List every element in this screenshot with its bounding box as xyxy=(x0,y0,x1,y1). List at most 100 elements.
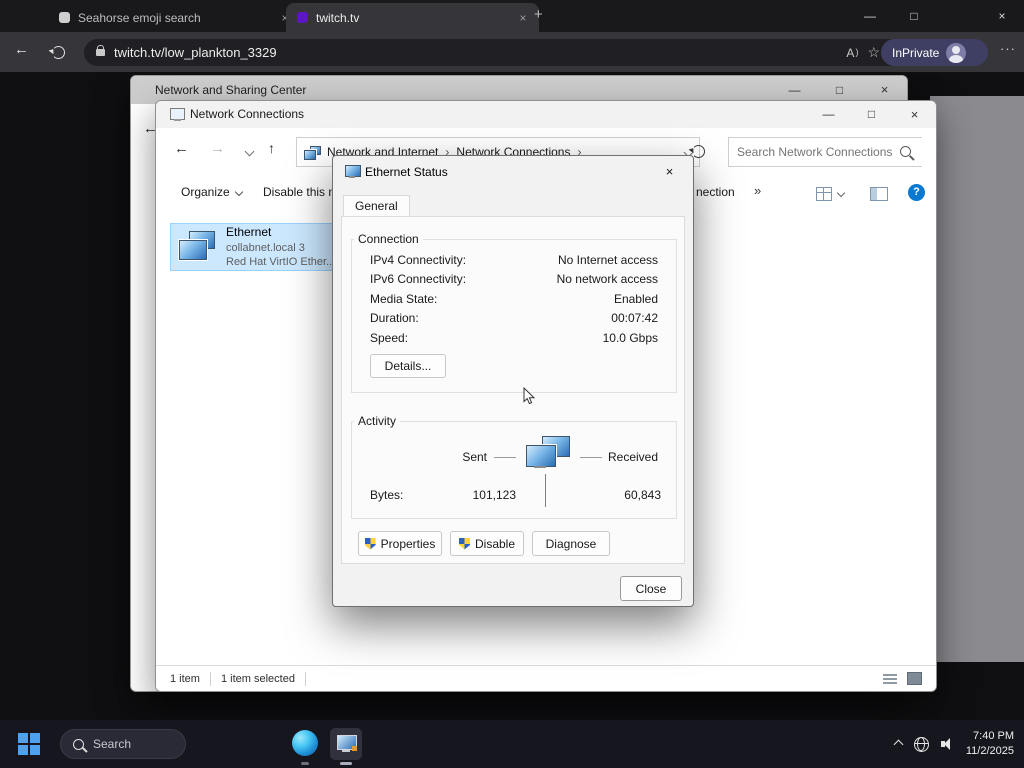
general-tab-page: Connection IPv4 Connectivity: No Interne… xyxy=(341,216,685,564)
view-chevron-icon[interactable] xyxy=(836,188,846,198)
command-tail-fragment[interactable]: nection xyxy=(696,185,735,199)
tab-twitch[interactable]: twitch.tv × xyxy=(286,3,539,32)
tab-seahorse-emoji-search[interactable]: Seahorse emoji search × xyxy=(48,3,301,32)
favorites-star-icon[interactable]: ☆ xyxy=(867,44,880,61)
nc-back-icon[interactable]: ← xyxy=(174,140,189,157)
row-label: IPv6 Connectivity: xyxy=(370,272,467,286)
window-close-button[interactable]: × xyxy=(980,0,1024,32)
nc-forward-icon[interactable]: → xyxy=(210,140,225,157)
window-restore-button[interactable]: □ xyxy=(892,0,936,32)
browser-refresh-icon[interactable] xyxy=(52,46,65,59)
inprivate-badge[interactable]: InPrivate xyxy=(881,39,988,66)
address-bar[interactable]: twitch.tv/low_plankton_3329 A ☆ xyxy=(84,39,914,66)
status-selected-count: 1 item selected xyxy=(220,672,295,685)
clock-time: 7:40 PM xyxy=(973,730,1014,743)
status-divider xyxy=(304,671,306,686)
row-value: 00:07:42 xyxy=(611,311,658,325)
network-connections-icon xyxy=(304,145,321,160)
taskbar-search[interactable]: Search xyxy=(60,729,186,759)
tab-favicon xyxy=(59,12,70,23)
nc-minimize-button[interactable]: — xyxy=(807,101,850,128)
tab-general[interactable]: General xyxy=(343,195,410,216)
url-text[interactable]: twitch.tv/low_plankton_3329 xyxy=(114,45,837,60)
tab-close-icon[interactable]: × xyxy=(515,11,531,25)
screen: Seahorse emoji search × twitch.tv × + — … xyxy=(0,0,1024,768)
row-label: Duration: xyxy=(370,311,419,325)
close-button[interactable]: Close xyxy=(620,576,682,601)
nc-titlebar[interactable]: Network Connections — □ × xyxy=(156,101,936,128)
taskbar-clock[interactable]: 7:40 PM 11/2/2025 xyxy=(966,729,1014,759)
status-row: Media State: Enabled xyxy=(370,292,658,306)
received-line xyxy=(580,457,602,458)
sent-line xyxy=(494,457,516,458)
nc-window-title: Network Connections xyxy=(190,107,305,121)
status-row: IPv4 Connectivity: No Internet access xyxy=(370,253,658,267)
row-value: No Internet access xyxy=(557,253,658,267)
bytes-divider xyxy=(545,474,546,507)
dialog-titlebar[interactable]: Ethernet Status × xyxy=(333,156,693,188)
row-value: 10.0 Gbps xyxy=(602,331,658,345)
properties-button[interactable]: Properties xyxy=(358,531,442,556)
new-tab-button[interactable]: + xyxy=(534,6,543,23)
details-view-icon[interactable] xyxy=(883,673,897,685)
connection-group-label: Connection xyxy=(354,232,423,246)
dialog-close-icon[interactable]: × xyxy=(647,157,692,187)
computers-icon xyxy=(524,436,572,474)
nc-status-bar: 1 item 1 item selected xyxy=(156,665,936,691)
bytes-label: Bytes: xyxy=(370,488,404,502)
nc-close-button[interactable]: × xyxy=(893,101,936,128)
ethernet-status-dialog: Ethernet Status × General Connection IPv… xyxy=(332,155,694,607)
details-button[interactable]: Details... xyxy=(370,354,446,378)
start-button[interactable] xyxy=(18,733,40,755)
uac-shield-icon xyxy=(364,537,376,550)
more-menu-icon[interactable]: ··· xyxy=(1000,41,1016,56)
tray-chevron-icon[interactable] xyxy=(893,739,904,749)
connection-device: Red Hat VirtIO Ether... xyxy=(226,255,336,268)
nc-restore-button[interactable]: □ xyxy=(850,101,893,128)
explorer-refresh-icon[interactable] xyxy=(692,145,705,158)
edge-running-indicator xyxy=(301,762,309,765)
activity-group: Activity Sent Received Bytes: 101,123 60… xyxy=(351,414,677,519)
network-globe-icon[interactable] xyxy=(913,736,929,752)
uac-shield-icon xyxy=(458,537,470,550)
disable-button[interactable]: Disable xyxy=(450,531,524,556)
sent-label: Sent xyxy=(462,450,487,464)
organize-label: Organize xyxy=(181,185,230,199)
tab-favicon xyxy=(297,12,308,23)
network-adapter-icon xyxy=(177,230,217,264)
browser-tab-bar: Seahorse emoji search × twitch.tv × + — … xyxy=(0,0,1024,32)
taskbar-search-label: Search xyxy=(93,737,132,751)
explorer-search-box[interactable] xyxy=(728,137,936,167)
organize-button[interactable]: Organize xyxy=(181,185,243,199)
row-label: IPv4 Connectivity: xyxy=(370,253,467,267)
ethernet-icon xyxy=(345,165,361,179)
connection-name: Ethernet xyxy=(226,224,272,239)
clock-date: 11/2/2025 xyxy=(965,745,1014,757)
icons-view-icon[interactable] xyxy=(907,672,922,685)
connection-group: Connection IPv4 Connectivity: No Interne… xyxy=(351,232,677,393)
network-connections-app-icon[interactable] xyxy=(330,728,362,760)
tab-title: Seahorse emoji search xyxy=(78,10,201,25)
help-icon[interactable]: ? xyxy=(908,184,925,201)
command-overflow-icon[interactable]: » xyxy=(754,183,761,198)
connection-network: collabnet.local 3 xyxy=(226,241,305,254)
diagnose-button[interactable]: Diagnose xyxy=(532,531,610,556)
recent-locations-chevron-icon[interactable] xyxy=(244,146,255,157)
status-item-count: 1 item xyxy=(170,672,200,685)
view-grid-icon[interactable] xyxy=(816,187,832,201)
browser-back-icon[interactable]: ← xyxy=(14,41,29,58)
search-icon[interactable] xyxy=(900,146,911,157)
edge-browser-icon[interactable] xyxy=(292,730,318,756)
page-gray-panel xyxy=(930,96,1024,662)
preview-pane-icon[interactable] xyxy=(870,187,888,201)
volume-icon[interactable] xyxy=(940,738,954,750)
row-label: Speed: xyxy=(370,331,409,345)
nc-up-icon[interactable]: ↑ xyxy=(268,140,275,156)
window-minimize-button[interactable]: — xyxy=(848,0,892,32)
system-tray: 7:40 PM 11/2/2025 xyxy=(893,720,1014,768)
search-icon xyxy=(73,738,84,750)
profile-avatar[interactable] xyxy=(946,42,967,63)
status-row: IPv6 Connectivity: No network access xyxy=(370,272,658,286)
read-aloud-icon[interactable]: A xyxy=(846,46,858,60)
bytes-received-value: 60,843 xyxy=(624,488,661,502)
